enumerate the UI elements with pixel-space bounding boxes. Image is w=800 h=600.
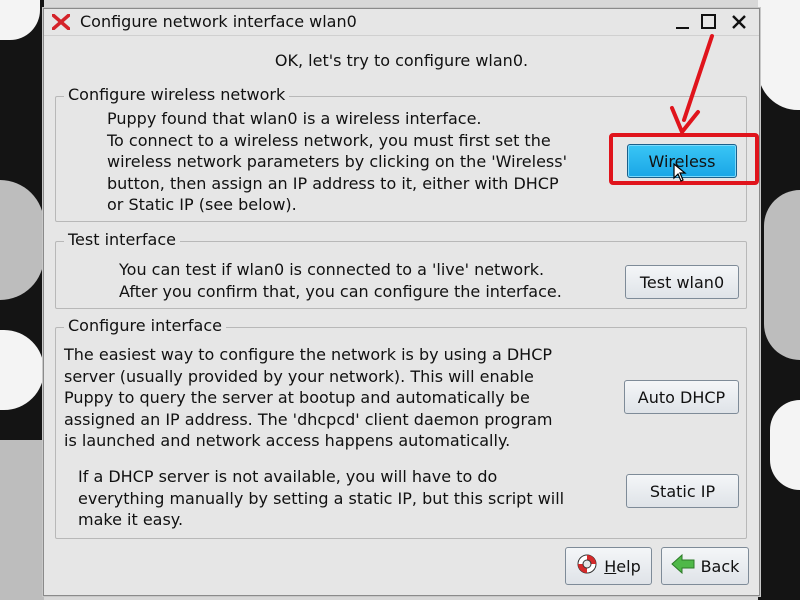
help-label-rest: elp — [616, 556, 641, 576]
static-line: everything manually by setting a static … — [78, 488, 565, 508]
intro-text: OK, let's try to configure wlan0. — [274, 51, 529, 70]
test-line: You can test if wlan0 is connected to a … — [119, 260, 545, 279]
back-button[interactable]: Back — [661, 547, 749, 585]
green-left-arrow-icon — [670, 553, 695, 578]
puppy-x-icon — [51, 13, 71, 31]
help-button[interactable]: Help — [565, 547, 652, 585]
help-label: Help — [604, 557, 640, 576]
static-line: make it easy. — [78, 510, 184, 529]
test-wlan0-button[interactable]: Test wlan0 — [625, 265, 739, 299]
wireless-line: or Static IP (see below). — [107, 195, 297, 214]
maximize-icon[interactable] — [700, 13, 718, 31]
close-icon[interactable] — [730, 13, 748, 31]
static-description: If a DHCP server is not available, you w… — [78, 466, 564, 531]
wireless-description: Puppy found that wlan0 is a wireless int… — [107, 108, 567, 216]
wireless-line: Puppy found that wlan0 is a wireless int… — [107, 109, 482, 128]
wireless-line: To connect to a wireless network, you mu… — [107, 130, 551, 150]
wireless-section-label: Configure wireless network — [64, 85, 290, 104]
configure-network-dialog: Configure network interface wlan0 OK, le… — [43, 8, 760, 596]
dhcp-line: assigned an IP address. The 'dhcpcd' cli… — [64, 409, 553, 429]
test-section-label: Test interface — [64, 230, 180, 249]
test-line: After you confirm that, you can configur… — [119, 281, 562, 301]
test-description: You can test if wlan0 is connected to a … — [119, 259, 562, 302]
dhcp-line: Puppy to query the server at bootup and … — [64, 388, 530, 407]
configure-section-label: Configure interface — [64, 316, 226, 335]
mouse-pointer-icon — [673, 163, 687, 182]
dhcp-line: The easiest way to configure the network… — [64, 345, 553, 364]
title-bar: Configure network interface wlan0 — [44, 9, 759, 36]
dhcp-line: server (usually provided by your network… — [64, 366, 534, 386]
dhcp-description: The easiest way to configure the network… — [64, 344, 552, 452]
wireless-line: button, then assign an IP address to it,… — [107, 173, 559, 193]
back-label: Back — [700, 556, 740, 576]
static-line: If a DHCP server is not available, you w… — [78, 467, 498, 486]
help-mnemonic: H — [604, 556, 617, 576]
window-title: Configure network interface wlan0 — [80, 12, 357, 31]
auto-dhcp-button[interactable]: Auto DHCP — [624, 380, 739, 414]
minimize-icon[interactable] — [674, 13, 692, 31]
static-ip-button[interactable]: Static IP — [626, 474, 739, 508]
wireless-line: wireless network parameters by clicking … — [107, 152, 567, 171]
annotation-arrow-icon — [670, 34, 714, 134]
dhcp-line: is launched and network access happens a… — [64, 431, 511, 450]
lifebuoy-icon — [576, 553, 598, 579]
